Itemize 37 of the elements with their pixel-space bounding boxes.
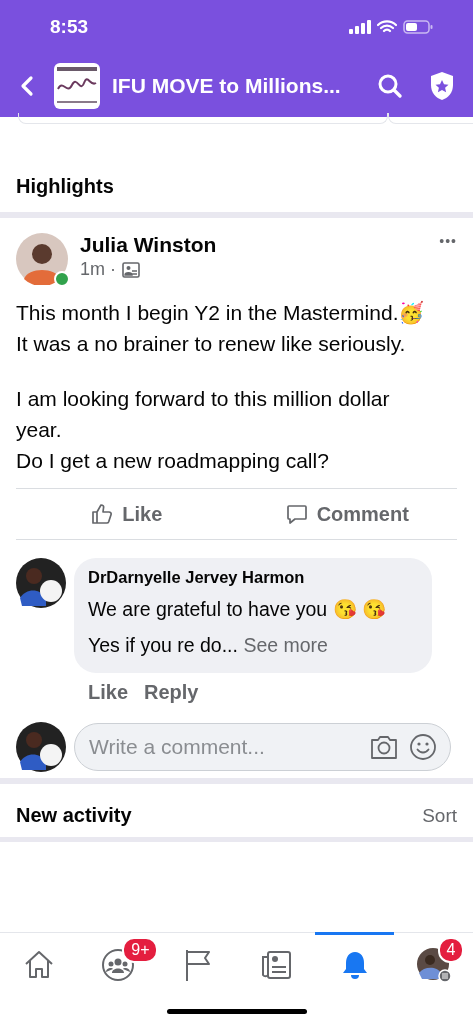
avatar	[16, 722, 66, 772]
sort-button[interactable]: Sort	[422, 804, 457, 827]
thumbs-up-icon	[90, 502, 115, 526]
speech-bubble-icon	[284, 502, 309, 526]
signal-icon	[349, 20, 371, 34]
comment-field[interactable]: Write a comment...	[74, 723, 451, 771]
camera-icon[interactable]	[369, 733, 399, 761]
group-title[interactable]: IFU MOVE to Millions...	[112, 73, 365, 98]
post-text: This month I begin Y2 in the Mastermind.🥳 It was a no brainer to renew like seriously.	[16, 300, 426, 357]
groups-tab[interactable]: 9+	[78, 932, 158, 995]
comment-action-button[interactable]: Like	[88, 681, 129, 704]
post-text: I am looking forward to this million dollar year. Do I get a new roadmapping call?	[16, 386, 391, 474]
see-more-link[interactable]: See more	[243, 634, 328, 656]
notification-badge: 9+	[122, 937, 159, 963]
back-icon[interactable]	[20, 74, 34, 97]
comment-text: We are grateful to have you 😘 😘 Yes if you re do... See more	[88, 597, 388, 658]
shield-star-icon[interactable]	[429, 70, 455, 101]
status-time: 8:53	[50, 16, 89, 38]
comment-button[interactable]: Comment	[236, 489, 457, 539]
post-time: 1m ·	[80, 259, 116, 280]
notification-badge: 4	[437, 937, 465, 963]
wifi-icon	[377, 20, 397, 34]
section-title: Highlights	[15, 174, 115, 199]
menu-tab[interactable]: 4	[394, 932, 473, 995]
avatar	[16, 233, 68, 285]
emoji-icon[interactable]	[409, 733, 437, 761]
author-name[interactable]: Julia Winston	[80, 233, 440, 257]
search-icon[interactable]	[377, 72, 403, 99]
comment-action-button[interactable]: Reply	[144, 681, 199, 704]
newspaper-icon	[259, 949, 292, 981]
avatar	[16, 558, 66, 608]
like-button[interactable]: Like	[16, 489, 237, 539]
battery-icon	[403, 20, 433, 34]
section-title: New activity	[16, 804, 132, 827]
more-button[interactable]: •••	[439, 233, 457, 249]
commenter-name[interactable]: DrDarnyelle Jervey Harmon	[88, 568, 420, 587]
group-icon	[122, 261, 140, 278]
